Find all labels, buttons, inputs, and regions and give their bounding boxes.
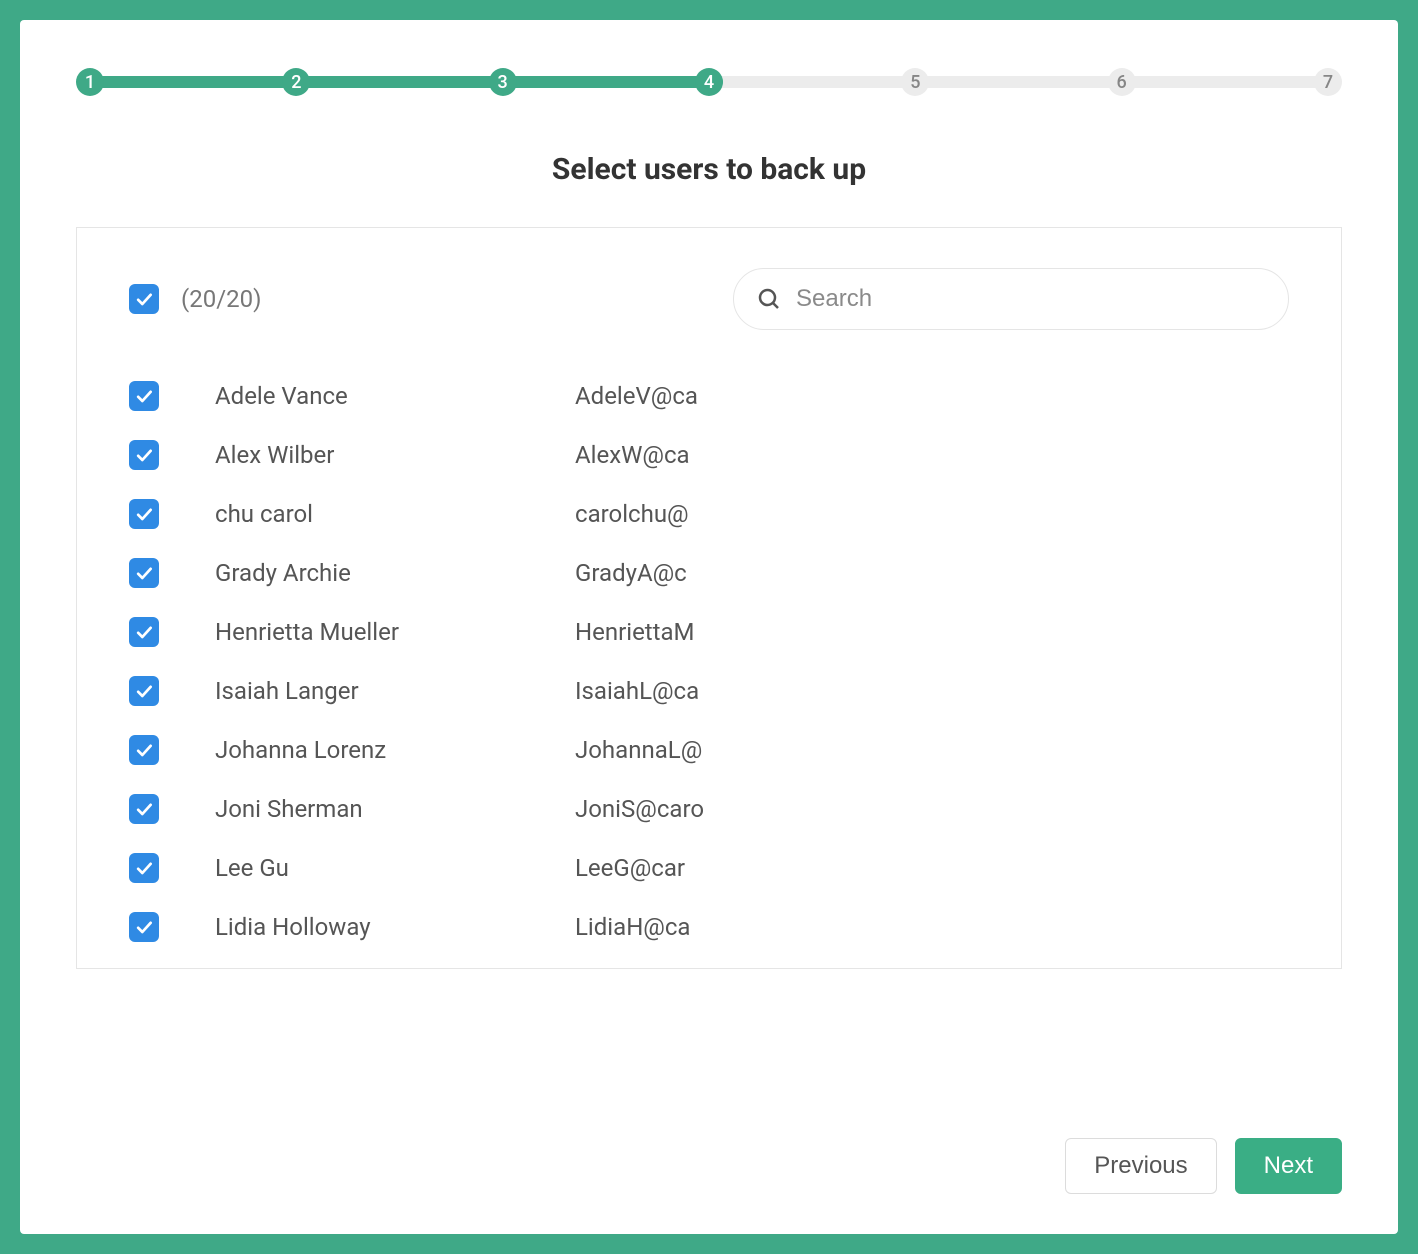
- next-button[interactable]: Next: [1235, 1138, 1342, 1194]
- page-title: Select users to back up: [76, 152, 1342, 187]
- user-checkbox[interactable]: [129, 676, 159, 706]
- step-node-1[interactable]: 1: [76, 68, 104, 96]
- stepper: 1 2 3 4 5 6 7: [76, 68, 1342, 96]
- user-row: Lynne RobbinsLynneR@c: [129, 956, 1321, 968]
- user-email: GradyA@c: [575, 559, 725, 587]
- user-row: Johanna LorenzJohannaL@: [129, 720, 1321, 779]
- user-checkbox[interactable]: [129, 558, 159, 588]
- user-checkbox[interactable]: [129, 912, 159, 942]
- user-checkbox[interactable]: [129, 735, 159, 765]
- user-name: Alex Wilber: [215, 441, 575, 469]
- user-row: Alex WilberAlexW@ca: [129, 425, 1321, 484]
- user-name: Lee Gu: [215, 854, 575, 882]
- user-row: Adele VanceAdeleV@ca: [129, 366, 1321, 425]
- user-list[interactable]: Adele VanceAdeleV@caAlex WilberAlexW@cac…: [77, 358, 1341, 968]
- panel-header: (20/20): [77, 228, 1341, 358]
- select-all-checkbox[interactable]: [129, 284, 159, 314]
- step-node-3[interactable]: 3: [489, 68, 517, 96]
- user-name: chu carol: [215, 500, 575, 528]
- user-email: AdeleV@ca: [575, 382, 725, 410]
- step-node-7[interactable]: 7: [1314, 68, 1342, 96]
- user-checkbox[interactable]: [129, 853, 159, 883]
- user-row: Lidia HollowayLidiaH@ca: [129, 897, 1321, 956]
- user-email: IsaiahL@ca: [575, 677, 725, 705]
- user-list-wrap: Adele VanceAdeleV@caAlex WilberAlexW@cac…: [77, 358, 1341, 968]
- wizard-card: 1234567 Select users to back up (20/20) …: [20, 20, 1398, 1234]
- search-wrap: [733, 268, 1289, 330]
- step-node-2[interactable]: 2: [282, 68, 310, 96]
- previous-button[interactable]: Previous: [1065, 1138, 1216, 1194]
- user-email: carolchu@: [575, 500, 725, 528]
- user-name: Grady Archie: [215, 559, 575, 587]
- user-name: Isaiah Langer: [215, 677, 575, 705]
- user-name: Johanna Lorenz: [215, 736, 575, 764]
- user-email: AlexW@ca: [575, 441, 725, 469]
- user-row: Lee GuLeeG@car: [129, 838, 1321, 897]
- user-email: LeeG@car: [575, 854, 725, 882]
- stepper-nodes: 1 2 3 4 5 6 7: [76, 68, 1342, 96]
- step-node-5[interactable]: 5: [901, 68, 929, 96]
- step-node-4[interactable]: 4: [695, 68, 723, 96]
- user-checkbox[interactable]: [129, 617, 159, 647]
- user-row: Grady ArchieGradyA@c: [129, 543, 1321, 602]
- wizard-footer: Previous Next: [1065, 1138, 1342, 1194]
- user-row: Isaiah LangerIsaiahL@ca: [129, 661, 1321, 720]
- user-email: HenriettaM: [575, 618, 725, 646]
- user-name: Henrietta Mueller: [215, 618, 575, 646]
- user-checkbox[interactable]: [129, 440, 159, 470]
- user-email: JoniS@caro: [575, 795, 725, 823]
- user-selection-panel: (20/20) Adele VanceAdeleV@caAlex WilberA…: [76, 227, 1342, 969]
- user-name: Joni Sherman: [215, 795, 575, 823]
- user-row: Henrietta MuellerHenriettaM: [129, 602, 1321, 661]
- user-email: JohannaL@: [575, 736, 725, 764]
- search-input[interactable]: [733, 268, 1289, 330]
- user-row: Joni ShermanJoniS@caro: [129, 779, 1321, 838]
- user-email: LidiaH@ca: [575, 913, 725, 941]
- user-checkbox[interactable]: [129, 794, 159, 824]
- user-name: Lidia Holloway: [215, 913, 575, 941]
- step-node-6[interactable]: 6: [1108, 68, 1136, 96]
- selection-counter: (20/20): [181, 285, 261, 313]
- user-checkbox[interactable]: [129, 381, 159, 411]
- user-row: chu carolcarolchu@: [129, 484, 1321, 543]
- user-name: Adele Vance: [215, 382, 575, 410]
- user-checkbox[interactable]: [129, 499, 159, 529]
